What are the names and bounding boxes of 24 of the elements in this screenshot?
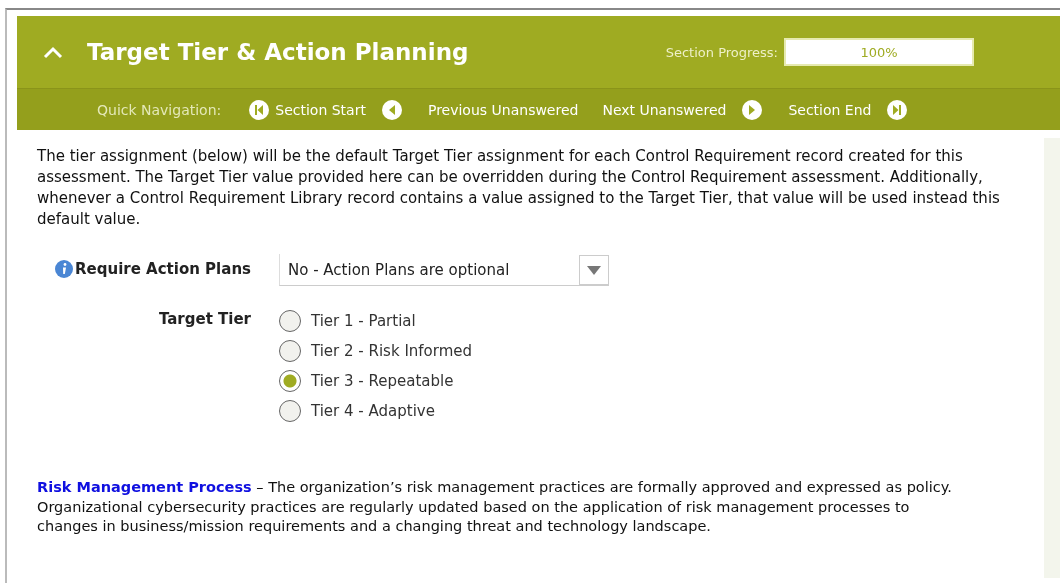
action-plans-dropdown[interactable]: No - Action Plans are optional [279,254,609,286]
radio-label[interactable]: Tier 4 - Adaptive [311,402,435,420]
info-icon[interactable] [55,260,74,278]
intro-paragraph: The tier assignment (below) will be the default Target Tier assignment for each Control Requirement record created for this assessment. The Target Tier value provided here can be overridden during the Control Requirement assessment. Additionally, whenever a Control Requirement Library record contains a value assigned to the Target Tier, that value will be used instead this default value. [37,146,1001,230]
progress-value: 100% [784,38,974,66]
next-icon[interactable] [742,99,763,120]
radio-button[interactable] [279,310,301,332]
caret-icon[interactable] [579,254,609,285]
field-label: Target Tier [158,310,251,328]
section-title: Target Tier & Action Planning [87,39,470,65]
radio-button[interactable] [279,370,301,392]
description-paragraph: Risk Management Process – The organization’s risk management practices are formally approved and expressed as policy. Organizational cybersecurity practices are regularly updated based on the application of risk management processes to changes in business/mission requirements and a changing threat and technology landscape. [37,478,953,536]
radio-label[interactable]: Tier 3 - Repeatable [311,372,454,390]
radio-label[interactable]: Tier 1 - Partial [311,312,416,330]
progress-label: Section Progress: [665,44,778,60]
field-label: Require Action Plans [75,260,251,278]
previous-icon[interactable] [381,99,402,120]
radio-button[interactable] [279,400,301,422]
radio-label[interactable]: Tier 2 - Risk Informed [311,342,473,360]
skip-start-icon[interactable] [249,99,270,120]
skip-end-icon[interactable] [887,99,908,120]
radio-button[interactable] [279,340,301,362]
quick-navigation-label: Quick Navigation: [97,101,222,118]
collapse-chevron-icon[interactable] [43,45,63,59]
